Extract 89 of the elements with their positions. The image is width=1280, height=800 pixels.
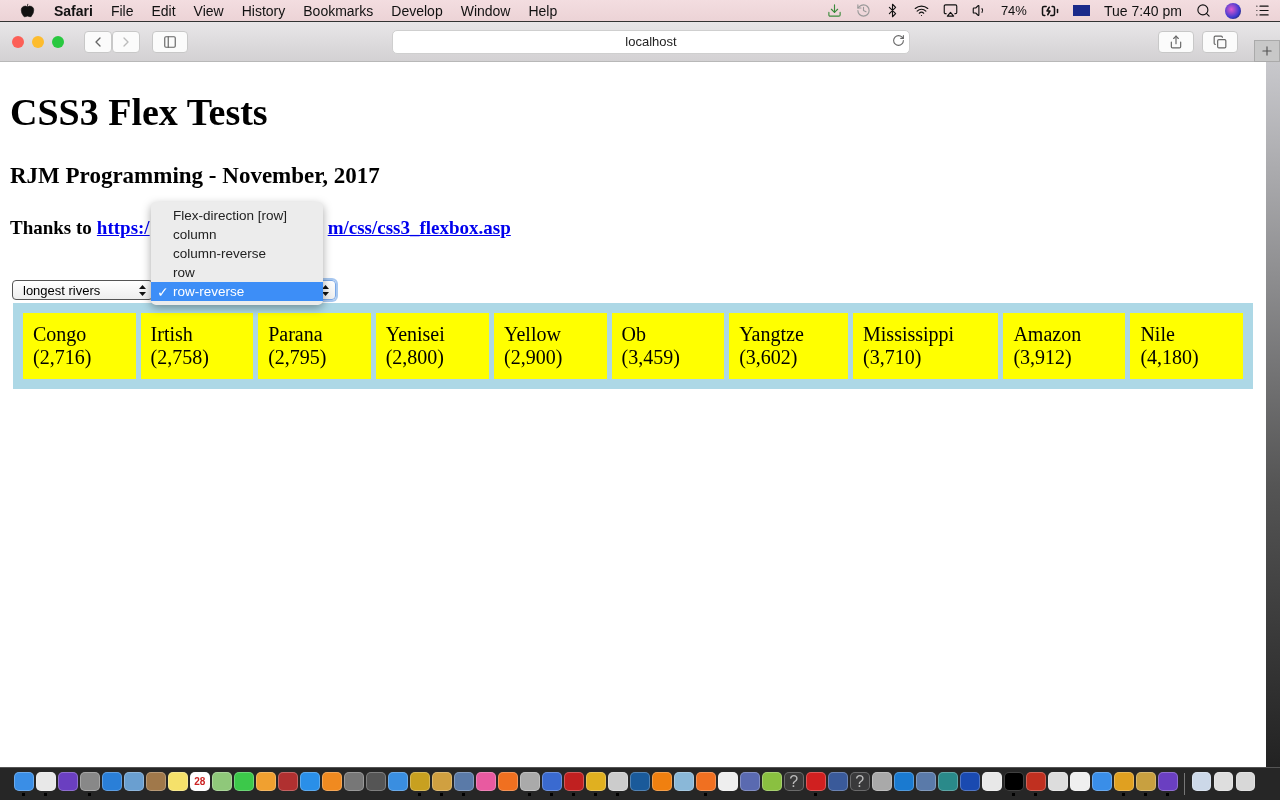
dock-app-icon[interactable]	[586, 772, 606, 791]
dock-app-icon[interactable]	[718, 772, 738, 791]
dock-app-icon[interactable]	[608, 772, 628, 791]
dock-app-icon[interactable]: 28	[190, 772, 210, 791]
download-icon[interactable]	[826, 3, 842, 18]
search-icon[interactable]	[1196, 3, 1211, 18]
dock-app-icon[interactable]	[696, 772, 716, 791]
river-item: Yangtze (3,602)	[729, 313, 848, 379]
airplay-icon[interactable]	[942, 3, 958, 18]
dock-app-icon[interactable]	[476, 772, 496, 791]
river-item: Yenisei (2,800)	[375, 313, 489, 379]
dock-app-icon[interactable]: ?	[784, 772, 804, 791]
river-item: Parana (2,795)	[258, 313, 371, 379]
tabs-icon	[1213, 34, 1227, 49]
dock-app-icon[interactable]	[14, 772, 34, 791]
share-button[interactable]	[1158, 30, 1194, 53]
menu-item[interactable]: File	[101, 2, 143, 19]
dock-app-icon[interactable]	[102, 772, 122, 791]
sidebar-icon	[163, 34, 177, 49]
menu-item[interactable]: Bookmarks	[294, 2, 383, 19]
dock-app-icon[interactable]	[1070, 772, 1090, 791]
dock-app-icon[interactable]	[1114, 772, 1134, 791]
check-mark: ✓	[157, 283, 169, 300]
dock-app-icon[interactable]	[1136, 772, 1156, 791]
dock-app-icon[interactable]	[1092, 772, 1112, 791]
menu-option[interactable]: Flex-direction [row]	[151, 206, 323, 225]
thanks-text: Thanks to	[10, 216, 92, 240]
sidebar-button[interactable]	[152, 30, 188, 53]
dock-app-icon[interactable]	[300, 772, 320, 791]
dock-app-icon[interactable]	[256, 772, 276, 791]
page-subtitle: RJM Programming - November, 2017	[10, 162, 381, 190]
dock-app-icon[interactable]	[80, 772, 100, 791]
tabs-button[interactable]	[1202, 30, 1238, 53]
river-item: Irtish (2,758)	[140, 313, 254, 379]
menu-item[interactable]: Develop	[382, 2, 452, 19]
dock-app-icon[interactable]	[520, 772, 540, 791]
dock-app-icon[interactable]	[1235, 772, 1255, 791]
river-item: Congo (2,716)	[23, 313, 136, 379]
dock-app-icon[interactable]	[872, 772, 892, 791]
river-item: Yellow (2,900)	[494, 313, 607, 379]
link-end[interactable]: m/css/css3_flexbox.asp	[327, 216, 511, 240]
updown-arrows-icon	[139, 284, 146, 296]
river-item: Mississippi (3,710)	[853, 313, 999, 379]
menu-item[interactable]: Help	[519, 2, 567, 19]
menu-item[interactable]: Window	[451, 2, 520, 19]
dock-app-icon[interactable]	[674, 772, 694, 791]
updown-arrows-icon	[322, 284, 329, 296]
menu-app-name[interactable]: Safari	[45, 2, 102, 19]
battery-percent: 74%	[1000, 3, 1027, 18]
apple-icon[interactable]	[20, 3, 35, 18]
river-item: Nile (4,180)	[1130, 313, 1243, 379]
dock-app-icon[interactable]	[36, 772, 56, 791]
dock-app-icon[interactable]	[432, 772, 452, 791]
dock-app-icon[interactable]	[212, 772, 232, 791]
dock-app-icon[interactable]	[124, 772, 144, 791]
dock-app-icon[interactable]	[762, 772, 782, 791]
address-field[interactable]: localhost	[392, 29, 910, 54]
river-item: Amazon (3,912)	[1003, 313, 1126, 379]
menu-option[interactable]: column-reverse	[151, 244, 323, 263]
dock-app-icon[interactable]	[652, 772, 672, 791]
menu-item[interactable]: View	[184, 2, 233, 19]
river-item: Ob (3,459)	[611, 313, 725, 379]
dock-app-icon[interactable]	[1213, 772, 1233, 791]
dock-app-icon[interactable]	[938, 772, 958, 791]
dock-app-icon[interactable]	[168, 772, 188, 791]
dock-app-icon[interactable]	[388, 772, 408, 791]
share-icon	[1169, 34, 1183, 49]
dock-app-icon[interactable]	[1048, 772, 1068, 791]
dock-app-icon[interactable]	[982, 772, 1002, 791]
dock-app-icon[interactable]	[410, 772, 430, 791]
plus-icon	[1260, 44, 1274, 58]
flag-icon[interactable]	[1072, 5, 1090, 16]
menu-option[interactable]: column	[151, 225, 323, 244]
dock-app-icon[interactable]: ?	[850, 772, 870, 791]
dock-app-icon[interactable]	[498, 772, 518, 791]
dock-app-icon[interactable]	[234, 772, 254, 791]
dock-app-icon[interactable]	[146, 772, 166, 791]
siri-icon[interactable]	[1225, 2, 1241, 19]
dock-app-icon[interactable]	[322, 772, 342, 791]
list-select[interactable]: longest rivers	[12, 280, 153, 300]
menu-option[interactable]: row	[151, 263, 323, 282]
reload-icon[interactable]	[892, 33, 905, 47]
menu-clock[interactable]: Tue 7:40 pm	[1103, 2, 1182, 19]
link-start[interactable]: https:/	[96, 216, 150, 240]
dock-app-icon[interactable]	[1191, 772, 1211, 791]
menu-item[interactable]: History	[232, 2, 295, 19]
menu-item[interactable]: Edit	[142, 2, 185, 19]
menu-list-icon[interactable]	[1255, 3, 1270, 18]
page-title: CSS3 Flex Tests	[10, 90, 269, 134]
